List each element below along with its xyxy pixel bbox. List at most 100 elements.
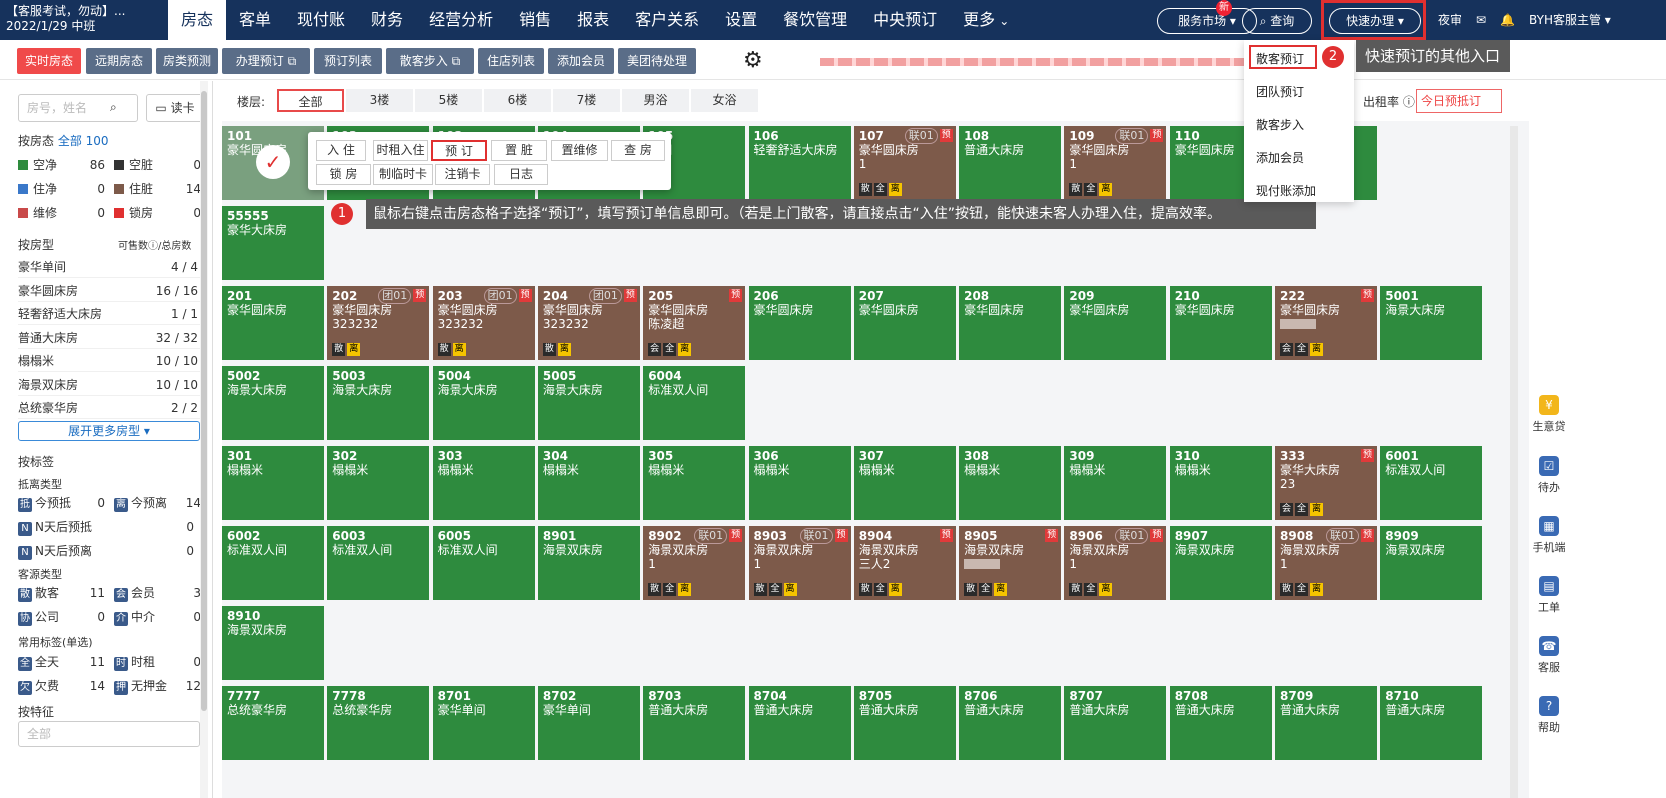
room-cell[interactable]: 210 豪华圆床房 [1169,286,1272,360]
tab-in-house-list[interactable]: 住店列表 [478,48,544,74]
floor-tab[interactable]: 全部 [277,89,344,112]
today-arrival-button[interactable]: 今日预抵订 [1416,89,1502,113]
room-type-row[interactable]: 海景双床房 10 / 10 [18,374,200,396]
room-cell[interactable]: 8706 普通大床房 [959,686,1062,760]
room-type-row[interactable]: 豪华单间 4 / 4 [18,256,200,278]
room-cell[interactable]: 107 豪华圆床房 1 联01 预散全离 [853,126,956,200]
tag-filter[interactable]: 欠欠费 14 [18,675,113,697]
status-filter[interactable]: 住净 0 [18,178,113,200]
room-cell[interactable]: 8907 海景双床房 [1169,526,1272,600]
main-scrollbar[interactable] [1510,126,1518,798]
quick-menu-item[interactable]: 添加会员 [1256,149,1304,166]
tag-filter[interactable]: 押无押金 12 [114,675,209,697]
quick-handle-button[interactable]: 快速办理 ▾ [1329,8,1421,34]
status-all-link[interactable]: 全部 100 [58,134,109,148]
right-toolbar-item[interactable]: ▤ 工单 [1529,576,1569,615]
room-cell[interactable]: 7777 总统豪华房 [222,686,324,760]
tag-filter[interactable]: N N天后预离 0 [18,540,202,562]
nav-item[interactable]: 报表 [564,0,622,40]
tab-make-reservation[interactable]: 办理预订 ⧉ [222,48,310,74]
status-filter[interactable]: 锁房 0 [114,202,209,224]
room-cell[interactable]: 306 榻榻米 [748,446,851,520]
tag-filter[interactable]: 协公司 0 [18,606,113,628]
room-cell[interactable]: 5004 海景大床房 [432,366,535,440]
room-cell[interactable]: 201 豪华圆床房 [222,286,324,360]
tab-add-member[interactable]: 添加会员 [548,48,614,74]
room-cell[interactable]: 8908 海景双床房 1 联01 预散全离 [1275,526,1377,600]
nav-item[interactable]: 客单 [226,0,284,40]
room-cell[interactable]: 207 豪华圆床房 [853,286,956,360]
right-toolbar-item[interactable]: ¥ 生意贷 [1529,395,1569,434]
tag-filter[interactable]: 抵今预抵 0 [18,492,113,514]
status-filter[interactable]: 住脏 14 [114,178,209,200]
room-cell[interactable]: 202 豪华圆床房 323232 团01 预散离 [327,286,430,360]
room-cell[interactable]: 5003 海景大床房 [327,366,430,440]
room-cell[interactable]: 309 榻榻米 [1064,446,1167,520]
room-cell[interactable]: 6003 标准双人间 [327,526,430,600]
room-cell[interactable]: 206 豪华圆床房 [748,286,851,360]
room-cell[interactable]: 204 豪华圆床房 323232 团01 预散离 [537,286,640,360]
right-toolbar-item[interactable]: ☎ 客服 [1529,636,1569,675]
nav-item[interactable]: 现付账 [284,0,358,40]
nav-item[interactable]: 客户关系 [622,0,712,40]
tab-meituan-pending[interactable]: 美团待处理 [618,48,696,74]
room-cell[interactable]: 8910 海景双床房 [222,606,324,680]
room-cell[interactable]: 209 豪华圆床房 [1064,286,1167,360]
room-cell[interactable]: 8906 海景双床房 1 联01 预散全离 [1064,526,1167,600]
room-cell[interactable]: 8705 普通大床房 [853,686,956,760]
floor-tab[interactable]: 男浴 [622,89,689,112]
room-type-row[interactable]: 榻榻米 10 / 10 [18,350,200,372]
room-cell[interactable]: 203 豪华圆床房 323232 团01 预散离 [432,286,535,360]
room-cell[interactable]: 8703 普通大床房 [643,686,746,760]
quick-menu-item[interactable]: 散客预订 [1256,50,1304,67]
ctx-action-button[interactable]: 注销卡 [435,164,490,185]
room-cell[interactable]: 8701 豪华单间 [432,686,535,760]
room-cell[interactable]: 301 榻榻米 [222,446,324,520]
ctx-action-button[interactable]: 时租入住 [373,140,428,161]
room-cell[interactable]: 8903 海景双床房 1 联01 预散全离 [748,526,851,600]
floor-tab[interactable]: 女浴 [691,89,758,112]
quick-menu-item[interactable]: 团队预订 [1256,83,1304,100]
tag-filter[interactable]: N N天后预抵 0 [18,516,202,538]
room-cell[interactable]: 8905 海景双床房 预散全离 [959,526,1062,600]
room-cell[interactable]: 5001 海景大床房 [1380,286,1483,360]
night-audit-link[interactable]: 夜审 [1438,11,1462,28]
room-cell[interactable]: 308 榻榻米 [959,446,1062,520]
room-cell[interactable]: 8709 普通大床房 [1275,686,1377,760]
floor-tab[interactable]: 5楼 [415,89,482,112]
ctx-action-button[interactable]: 制临时卡 [373,164,433,185]
ctx-action-button[interactable]: 查 房 [611,140,665,161]
room-cell[interactable]: 8704 普通大床房 [748,686,851,760]
room-cell[interactable]: 8902 海景双床房 1 联01 预散全离 [643,526,746,600]
room-cell[interactable]: 8901 海景双床房 [537,526,640,600]
room-type-row[interactable]: 普通大床房 32 / 32 [18,327,200,349]
nav-item[interactable]: 经营分析 [416,0,506,40]
search-icon[interactable]: ⌕ [110,100,117,115]
ctx-action-button[interactable]: 预 订 [431,140,487,161]
ctx-action-button[interactable]: 置 脏 [491,140,547,161]
nav-item[interactable]: 更多 ⌄ [950,0,1022,40]
room-cell[interactable]: 333 豪华大床房 23 预会全离 [1275,446,1377,520]
gear-icon[interactable]: ⚙ [743,49,763,73]
room-type-row[interactable]: 豪华圆床房 16 / 16 [18,280,200,302]
right-toolbar-item[interactable]: ☑ 待办 [1529,456,1569,495]
ctx-action-button[interactable]: 日志 [494,164,548,185]
status-filter[interactable]: 维修 0 [18,202,113,224]
room-cell[interactable]: 208 豪华圆床房 [959,286,1062,360]
room-cell[interactable]: 304 榻榻米 [537,446,640,520]
right-toolbar-item[interactable]: ? 帮助 [1529,696,1569,735]
room-cell[interactable]: 302 榻榻米 [327,446,430,520]
tab-walk-in[interactable]: 散客步入 ⧉ [386,48,474,74]
room-cell[interactable]: 109 豪华圆床房 1 联01 预散全离 [1064,126,1167,200]
read-card-button[interactable]: ▭ 读卡 [146,94,204,122]
room-cell[interactable]: 307 榻榻米 [853,446,956,520]
room-cell[interactable]: 303 榻榻米 [432,446,535,520]
room-type-row[interactable]: 总统豪华房 2 / 2 [18,397,200,419]
status-filter[interactable]: 空脏 0 [114,154,209,176]
room-cell[interactable]: 205 豪华圆床房 陈凌超 预会全离 [643,286,746,360]
room-cell[interactable]: 8702 豪华单间 [537,686,640,760]
room-cell[interactable]: 6005 标准双人间 [432,526,535,600]
user-menu[interactable]: BYH客服主管 ▾ [1529,11,1611,28]
floor-tab[interactable]: 7楼 [553,89,620,112]
nav-item[interactable]: 房态 [168,0,227,40]
